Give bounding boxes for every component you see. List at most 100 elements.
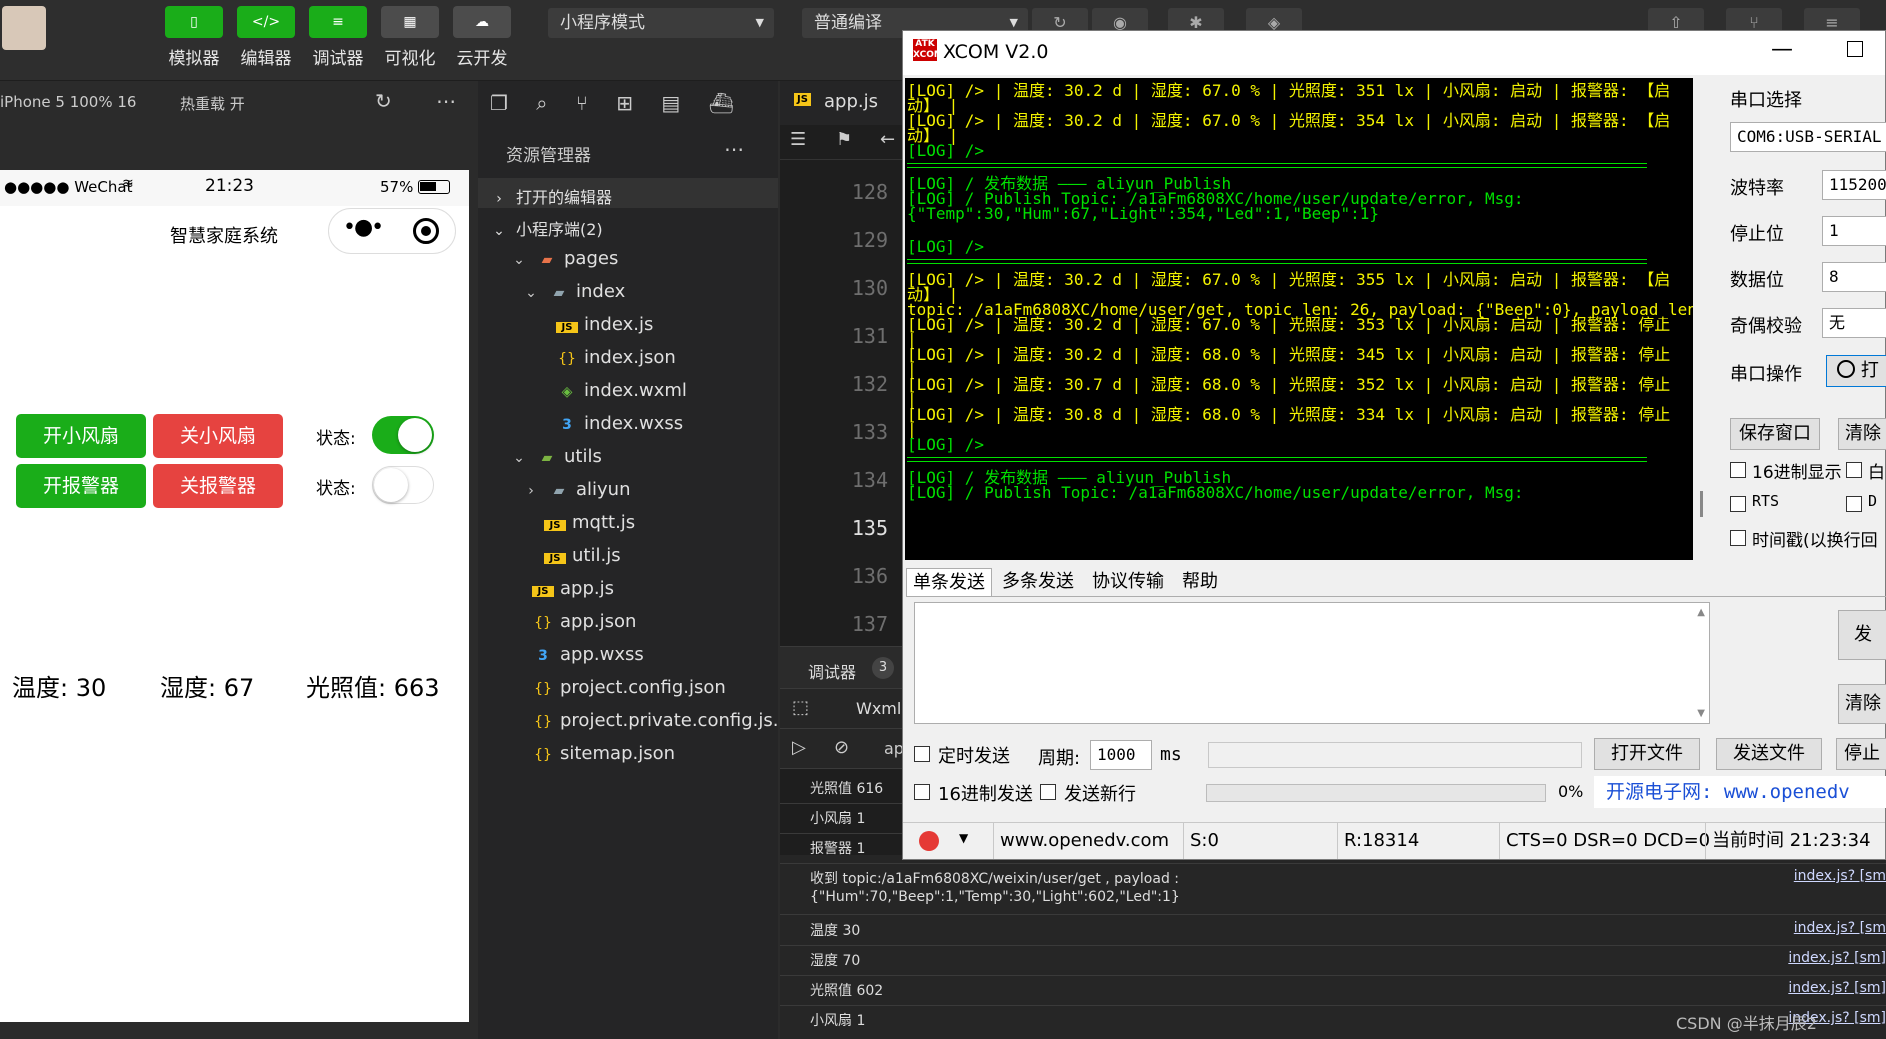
back-arrow-icon[interactable]: ← xyxy=(880,129,895,150)
databits-select[interactable]: 8 xyxy=(1822,262,1886,292)
avatar[interactable] xyxy=(2,6,46,50)
search-icon[interactable]: ⌕ xyxy=(536,91,547,115)
tab-app-js[interactable]: app.js xyxy=(824,91,878,112)
tree-item-aliyun[interactable]: › ▰ aliyun xyxy=(520,479,630,500)
hex-display-checkbox[interactable] xyxy=(1730,462,1746,478)
clear-send-button[interactable]: 清除 xyxy=(1838,684,1886,724)
open-port-button[interactable]: 打 xyxy=(1826,355,1886,387)
git-icon[interactable]: ⑂ xyxy=(576,91,588,115)
files-icon[interactable]: ❐ xyxy=(490,91,508,115)
settings-gear-icon[interactable] xyxy=(919,831,939,851)
timestamp-checkbox[interactable] xyxy=(1730,530,1746,546)
editor-tool-button[interactable]: </> 编辑器 xyxy=(236,6,296,69)
rts-checkbox[interactable] xyxy=(1730,496,1746,512)
more-dots-icon[interactable]: •●• xyxy=(343,215,384,240)
source-link[interactable]: index.js? [sm xyxy=(1794,920,1886,936)
maximize-icon[interactable] xyxy=(1847,41,1863,57)
close-circle-icon[interactable] xyxy=(413,218,439,244)
mode-select[interactable]: 小程序模式 ▼ xyxy=(548,8,774,38)
inspect-icon[interactable]: ⬚ xyxy=(792,697,809,718)
hex-send-checkbox[interactable] xyxy=(914,784,930,800)
fan-off-button[interactable]: 关小风扇 xyxy=(153,414,283,458)
fan-on-button[interactable]: 开小风扇 xyxy=(16,414,146,458)
css-file-icon: 3 xyxy=(538,648,548,664)
white-bg-checkbox[interactable] xyxy=(1846,462,1862,478)
serial-terminal[interactable]: [LOG] /> | 温度: 30.2 d | 湿度: 67.0 % | 光照度… xyxy=(905,78,1693,560)
tree-item-app-js[interactable]: JS app.js xyxy=(532,578,614,599)
scroll-up-icon[interactable]: ▲ xyxy=(1697,607,1705,618)
tree-item-app-json[interactable]: {} app.json xyxy=(532,611,636,632)
tree-item-index-json[interactable]: {} index.json xyxy=(556,347,676,368)
tree-item-project-private-config[interactable]: {} project.private.config.js... xyxy=(532,710,790,731)
dtr-checkbox[interactable] xyxy=(1846,496,1862,512)
simulator-tool-button[interactable]: ▯ 模拟器 xyxy=(164,6,224,69)
save-window-button[interactable]: 保存窗口 xyxy=(1730,418,1820,450)
clear-receive-button[interactable]: 清除 xyxy=(1838,418,1886,450)
tree-item-project-config[interactable]: {} project.config.json xyxy=(532,677,726,698)
tree-item-app-wxss[interactable]: 3 app.wxss xyxy=(532,644,644,665)
sidebar-toggle-icon[interactable]: ▷ xyxy=(792,737,806,758)
open-editors-section[interactable]: › 打开的编辑器 xyxy=(488,184,612,208)
port-select[interactable]: COM6:USB-SERIAL xyxy=(1730,122,1886,152)
alarm-state-toggle[interactable] xyxy=(372,466,434,504)
rotate-icon[interactable]: ↻ xyxy=(375,89,392,113)
more-icon[interactable]: ⋯ xyxy=(436,89,456,113)
tree-item-pages[interactable]: ⌄ ▰ pages xyxy=(508,248,618,269)
scroll-down-icon[interactable]: ▼ xyxy=(1697,708,1705,719)
source-link[interactable]: index.js? [sm xyxy=(1794,868,1886,884)
more-icon[interactable]: ⋯ xyxy=(724,137,744,161)
stop-send-button[interactable]: 停止 xyxy=(1836,738,1886,770)
terminal-scrollbar[interactable] xyxy=(1693,78,1711,560)
tree-item-index-wxml[interactable]: ◈ index.wxml xyxy=(556,380,687,401)
storage-icon[interactable]: ▤ xyxy=(661,91,680,115)
timed-send-checkbox[interactable] xyxy=(914,746,930,762)
tab-debugger[interactable]: 调试器 xyxy=(808,659,856,683)
bookmark-icon[interactable]: ⚑ xyxy=(836,129,852,150)
open-file-button[interactable]: 打开文件 xyxy=(1594,738,1700,770)
minimize-icon[interactable]: — xyxy=(1771,37,1793,62)
chevron-down-icon[interactable]: ▼ xyxy=(959,831,968,845)
tab-wxml[interactable]: Wxml xyxy=(856,699,901,718)
tree-item-sitemap[interactable]: {} sitemap.json xyxy=(532,743,675,764)
project-section[interactable]: ⌄ 小程序端(2) xyxy=(488,216,603,240)
send-button[interactable]: 发 xyxy=(1838,610,1886,660)
hotreload-toggle[interactable]: 热重载 开 xyxy=(180,93,245,114)
tree-item-util-js[interactable]: JS util.js xyxy=(544,545,621,566)
fan-state-toggle[interactable] xyxy=(372,416,434,454)
alarm-off-button[interactable]: 关报警器 xyxy=(153,464,283,508)
extensions-icon[interactable]: ⊞ xyxy=(616,91,633,115)
clear-console-icon[interactable]: ⊘ xyxy=(834,737,849,758)
file-path-field[interactable] xyxy=(1208,742,1582,768)
tab-multi-send[interactable]: 多条发送 xyxy=(996,568,1080,596)
status-site-link[interactable]: www.openedv.com xyxy=(993,823,1183,859)
alarm-on-button[interactable]: 开报警器 xyxy=(16,464,146,508)
tree-item-utils[interactable]: ⌄ ▰ utils xyxy=(508,446,602,467)
stopbits-select[interactable]: 1 xyxy=(1822,216,1886,246)
tab-single-send[interactable]: 单条发送 xyxy=(906,568,992,597)
cloud-tool-button[interactable]: ☁ 云开发 xyxy=(452,6,512,69)
parity-select[interactable]: 无 xyxy=(1822,308,1886,338)
visual-tool-button[interactable]: ▦ 可视化 xyxy=(380,6,440,69)
tree-item-index-folder[interactable]: ⌄ ▰ index xyxy=(520,281,625,302)
list-icon[interactable]: ☰ xyxy=(790,129,806,150)
debugger-tool-button[interactable]: ≡ 调试器 xyxy=(308,6,368,69)
period-input[interactable]: 1000 xyxy=(1090,740,1152,770)
tree-item-index-js[interactable]: JS index.js xyxy=(556,314,653,335)
source-link[interactable]: index.js? [sm] xyxy=(1788,950,1886,966)
send-textarea[interactable]: ▲ ▼ xyxy=(914,602,1710,724)
project-label: 小程序端(2) xyxy=(516,220,603,239)
tab-help[interactable]: 帮助 xyxy=(1176,568,1224,596)
send-file-button[interactable]: 发送文件 xyxy=(1716,738,1822,770)
device-select[interactable]: iPhone 5 100% 16 xyxy=(0,93,136,111)
docker-icon[interactable]: ⛴ xyxy=(709,91,734,115)
source-link[interactable]: index.js? [sm] xyxy=(1788,980,1886,996)
openedv-banner[interactable]: 开源电子网: www.openedv xyxy=(1594,776,1886,808)
tab-protocol[interactable]: 协议传输 xyxy=(1086,568,1170,596)
send-newline-checkbox[interactable] xyxy=(1040,784,1056,800)
tree-item-index-wxss[interactable]: 3 index.wxss xyxy=(556,413,683,434)
baud-select[interactable]: 115200 xyxy=(1822,170,1886,200)
tree-item-mqtt-js[interactable]: JS mqtt.js xyxy=(544,512,635,533)
scrollbar-thumb[interactable] xyxy=(1700,491,1703,517)
context-select[interactable]: ap xyxy=(884,739,904,758)
capsule-menu[interactable]: •●• xyxy=(328,208,456,254)
